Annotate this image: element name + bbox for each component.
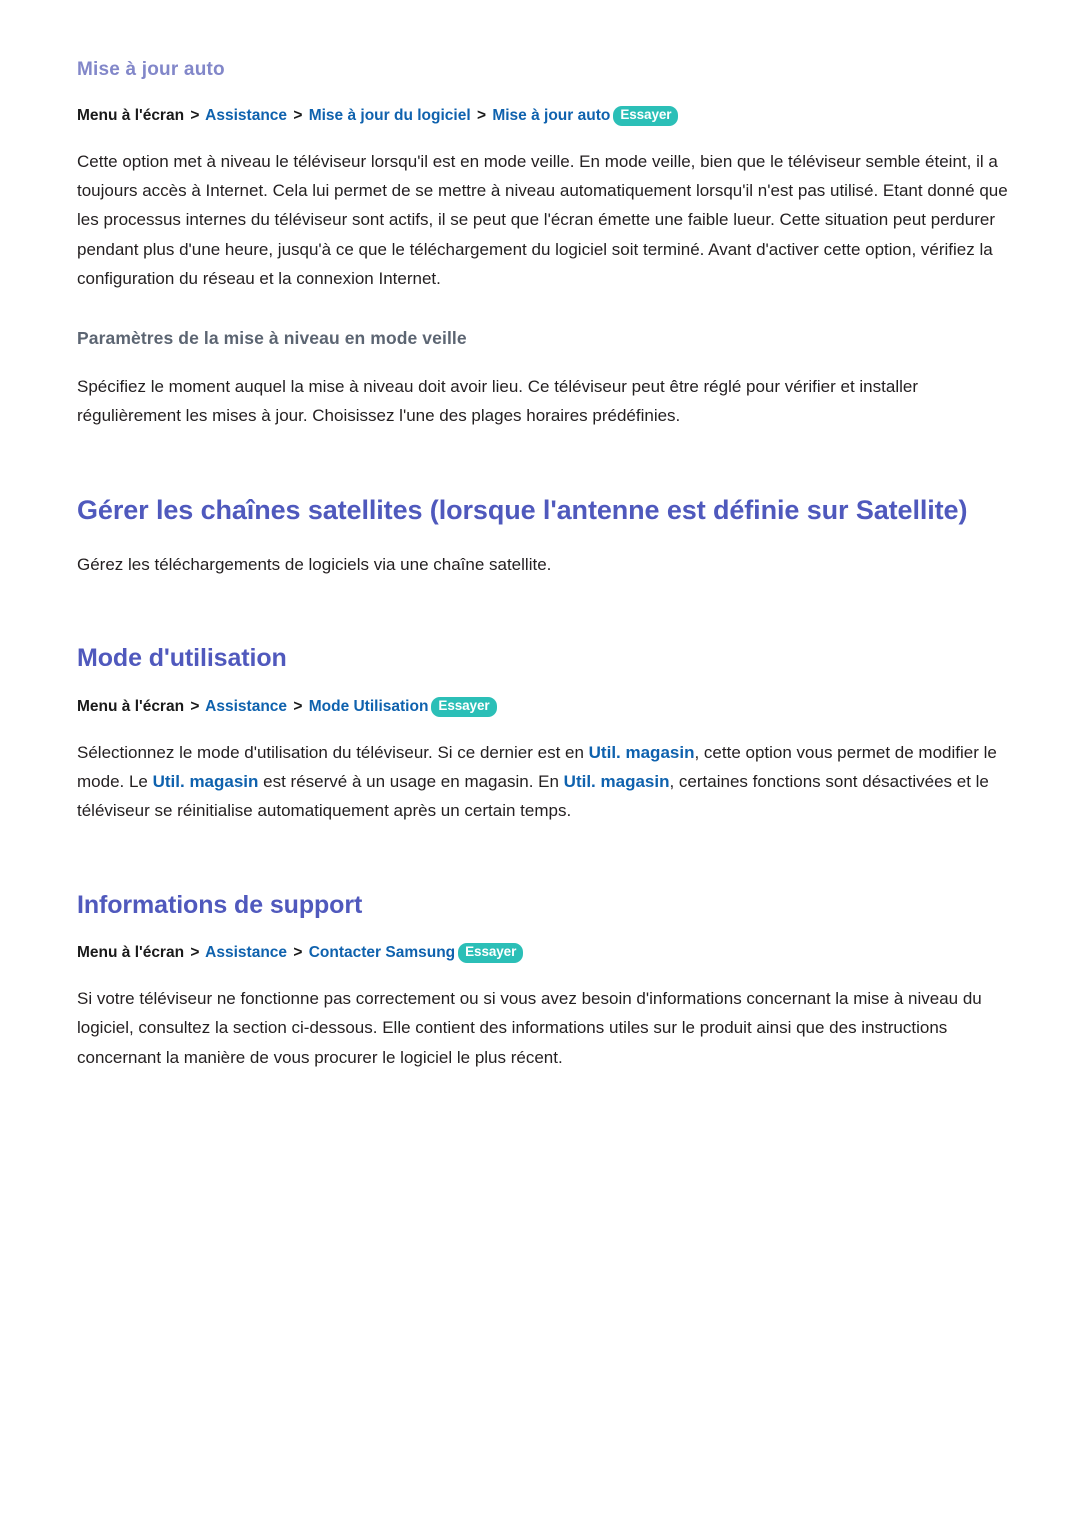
breadcrumb-root: Menu à l'écran: [77, 697, 185, 715]
inline-keyword: Util. magasin: [588, 742, 695, 762]
breadcrumb-root: Menu à l'écran: [77, 943, 185, 961]
breadcrumb-item-assistance[interactable]: Assistance: [205, 944, 287, 961]
breadcrumb-separator: >: [293, 697, 303, 715]
breadcrumb-separator: >: [476, 106, 487, 124]
paragraph-informations-de-support: Si votre téléviseur ne fonctionne pas co…: [77, 989, 982, 1067]
inline-keyword: Util. magasin: [152, 772, 259, 792]
paragraph-mise-a-jour-auto: Cette option met à niveau le téléviseur …: [77, 152, 1008, 288]
try-badge[interactable]: Essayer: [613, 105, 679, 126]
breadcrumb-mode-utilisation: Menu à l'écran > Assistance > Mode Utili…: [77, 695, 1017, 718]
breadcrumb-item-assistance[interactable]: Assistance: [205, 107, 287, 124]
breadcrumb-item-mise-a-jour-du-logiciel[interactable]: Mise à jour du logiciel: [309, 107, 471, 124]
breadcrumb-item-mode-utilisation[interactable]: Mode Utilisation: [309, 698, 429, 715]
breadcrumb-item-contacter-samsung[interactable]: Contacter Samsung: [309, 944, 455, 961]
breadcrumb-separator: >: [293, 943, 303, 961]
breadcrumb-informations-de-support: Menu à l'écran > Assistance > Contacter …: [77, 941, 1017, 964]
section-heading-mode-utilisation: Mode d'utilisation: [77, 644, 287, 673]
breadcrumb-separator: >: [190, 106, 200, 124]
try-badge[interactable]: Essayer: [458, 942, 524, 963]
section-heading-informations-de-support: Informations de support: [77, 890, 363, 919]
breadcrumb-root: Menu à l'écran: [77, 106, 185, 124]
try-badge[interactable]: Essayer: [431, 696, 497, 717]
section-heading-gerer-chaines-satellites: Gérer les chaînes satellites (lorsque l'…: [77, 495, 968, 526]
paragraph-parametres-mise-a-niveau-veille: Spécifiez le moment auquel la mise à niv…: [77, 376, 918, 426]
section-heading-mise-a-jour-auto: Mise à jour auto: [77, 59, 225, 80]
breadcrumb-separator: >: [190, 697, 200, 715]
breadcrumb-separator: >: [190, 943, 200, 961]
page-content: Mise à jour auto Menu à l'écran > Assist…: [77, 58, 1017, 1072]
breadcrumb-separator: >: [293, 106, 303, 124]
breadcrumb-item-assistance[interactable]: Assistance: [205, 698, 287, 715]
paragraph-gerer-chaines-satellites: Gérez les téléchargements de logiciels v…: [77, 555, 552, 575]
breadcrumb-mise-a-jour-auto: Menu à l'écran > Assistance > Mise à jou…: [77, 104, 1017, 127]
manual-page: Mise à jour auto Menu à l'écran > Assist…: [0, 0, 1080, 1527]
subsection-heading-parametres-mise-a-niveau-veille: Paramètres de la mise à niveau en mode v…: [77, 328, 467, 349]
paragraph-mode-utilisation: Sélectionnez le mode d'utilisation du té…: [77, 742, 997, 821]
inline-keyword: Util. magasin: [563, 772, 670, 792]
breadcrumb-item-mise-a-jour-auto[interactable]: Mise à jour auto: [492, 107, 610, 124]
